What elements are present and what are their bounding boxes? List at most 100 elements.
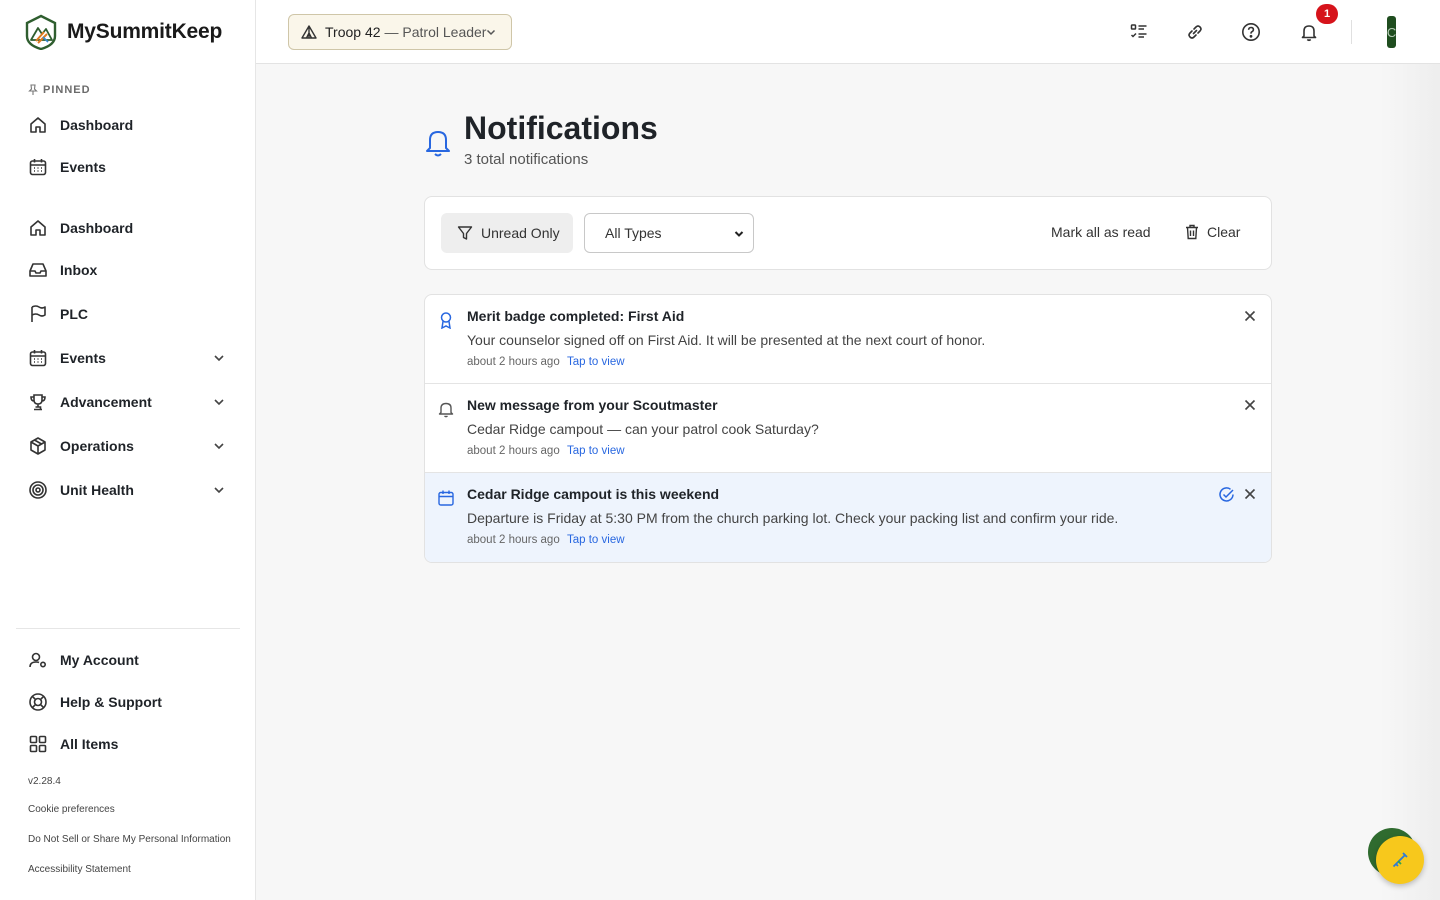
- home-icon: [28, 115, 48, 135]
- notification-body: Cedar Ridge campout — can your patrol co…: [467, 421, 819, 437]
- bell-icon: [426, 131, 450, 157]
- pinned-label-text: PINNED: [43, 84, 91, 96]
- help-circle-icon: [1242, 23, 1260, 41]
- page-title: Notifications: [464, 110, 658, 146]
- notification-body: Your counselor signed off on First Aid. …: [467, 332, 986, 348]
- do-not-sell-link[interactable]: Do Not Sell or Share My Personal Informa…: [28, 834, 231, 845]
- sidebar-item-advancement[interactable]: Advancement: [16, 384, 240, 420]
- sidebar-item-operations[interactable]: Operations: [16, 428, 240, 464]
- accessibility-statement-link[interactable]: Accessibility Statement: [28, 864, 131, 875]
- sidebar-item-help-support[interactable]: Help & Support: [16, 684, 240, 720]
- user-settings-icon: [28, 650, 48, 670]
- sidebar: MySummitKeep PINNED Dashboard Events Das…: [0, 0, 256, 900]
- notification-time: about 2 hours ago: [467, 534, 560, 546]
- award-icon: [440, 312, 452, 329]
- notifications-button[interactable]: [1295, 18, 1323, 46]
- help-button[interactable]: [1237, 18, 1265, 46]
- notification-time: about 2 hours ago: [467, 445, 560, 457]
- tent-icon: [301, 25, 317, 39]
- nav-label: Dashboard: [60, 220, 134, 236]
- nav-label: Advancement: [60, 394, 152, 410]
- unit-role: — Patrol Leader: [384, 24, 487, 40]
- type-filter-select[interactable]: All Types: [584, 213, 754, 253]
- unit-name: Troop 42: [325, 24, 381, 40]
- avatar[interactable]: C: [1387, 16, 1396, 48]
- brand-name: MySummitKeep: [67, 20, 223, 43]
- sidebar-item-my-account[interactable]: My Account: [16, 642, 240, 678]
- nav-label: Operations: [60, 438, 134, 454]
- notification-count-badge: 1: [1316, 4, 1338, 24]
- brand[interactable]: MySummitKeep: [24, 14, 222, 50]
- chevron-down-icon: [214, 487, 224, 494]
- unread-only-label: Unread Only: [481, 225, 560, 241]
- trash-icon: [1186, 224, 1198, 240]
- cookie-preferences-link[interactable]: Cookie preferences: [28, 804, 115, 815]
- checklist-button[interactable]: [1125, 18, 1153, 46]
- close-icon[interactable]: [1242, 486, 1258, 502]
- sidebar-divider: [16, 628, 240, 629]
- target-icon: [28, 480, 48, 500]
- mark-all-read-button[interactable]: Mark all as read: [1051, 224, 1151, 240]
- link-icon: [1188, 25, 1202, 39]
- sidebar-item-all-items[interactable]: All Items: [16, 726, 240, 762]
- nav-label: Unit Health: [60, 482, 134, 498]
- chevron-down-icon: [214, 443, 224, 450]
- sidebar-item-events[interactable]: Events: [16, 340, 240, 376]
- notification-item-unread[interactable]: Cedar Ridge campout is this weekend Depa…: [425, 473, 1271, 562]
- notification-list: Merit badge completed: First Aid Your co…: [424, 294, 1272, 563]
- tap-to-view-link[interactable]: Tap to view: [567, 534, 625, 546]
- notification-time: about 2 hours ago: [467, 356, 560, 368]
- header-divider: [1351, 20, 1352, 44]
- flag-icon: [28, 304, 48, 324]
- nav-label: Help & Support: [60, 694, 162, 710]
- bell-icon: [438, 402, 454, 418]
- unread-only-toggle[interactable]: Unread Only: [441, 213, 573, 253]
- filter-icon: [457, 226, 473, 240]
- chevron-down-icon: [486, 29, 496, 36]
- nav-label: Inbox: [60, 262, 98, 278]
- unit-selector[interactable]: Troop 42 — Patrol Leader: [288, 14, 512, 50]
- type-filter-value: All Types: [605, 225, 662, 241]
- chevron-down-icon: [734, 231, 744, 237]
- clear-label: Clear: [1207, 224, 1241, 240]
- calendar-icon: [28, 348, 48, 368]
- inbox-icon: [28, 260, 48, 280]
- notification-toolbar: Unread Only All Types Mark all as read C…: [424, 196, 1272, 270]
- notification-title: Cedar Ridge campout is this weekend: [467, 486, 720, 502]
- chevron-down-icon: [214, 355, 224, 362]
- top-header: Troop 42 — Patrol Leader 1 C: [256, 0, 1440, 64]
- sidebar-item-inbox[interactable]: Inbox: [16, 252, 240, 288]
- chevron-down-icon: [214, 399, 224, 406]
- notification-item[interactable]: Merit badge completed: First Aid Your co…: [425, 295, 1271, 384]
- panel-edge-shadow: [1380, 64, 1440, 900]
- grid-icon: [28, 734, 48, 754]
- sidebar-item-plc[interactable]: PLC: [16, 296, 240, 332]
- nav-label: My Account: [60, 652, 139, 668]
- assistant-fab-button[interactable]: [1376, 836, 1424, 884]
- notification-body: Departure is Friday at 5:30 PM from the …: [467, 510, 1119, 526]
- pinned-item-dashboard[interactable]: Dashboard: [16, 107, 240, 143]
- tap-to-view-link[interactable]: Tap to view: [567, 445, 625, 457]
- nav-label: All Items: [60, 736, 119, 752]
- close-icon[interactable]: [1242, 308, 1258, 324]
- nav-label: PLC: [60, 306, 88, 322]
- checklist-icon: [1130, 24, 1147, 38]
- close-icon[interactable]: [1242, 397, 1258, 413]
- trophy-icon: [28, 392, 48, 412]
- mark-read-check-icon[interactable]: [1218, 486, 1235, 503]
- pin-icon: [28, 84, 38, 95]
- nav-label: Dashboard: [60, 117, 134, 133]
- clear-button[interactable]: Clear: [1185, 224, 1240, 240]
- calendar-icon: [28, 157, 48, 177]
- notification-title: Merit badge completed: First Aid: [467, 308, 685, 324]
- tap-to-view-link[interactable]: Tap to view: [567, 356, 625, 368]
- link-button[interactable]: [1181, 18, 1209, 46]
- sidebar-item-dashboard[interactable]: Dashboard: [16, 210, 240, 246]
- pinned-item-events[interactable]: Events: [16, 149, 240, 185]
- notification-item[interactable]: New message from your Scoutmaster Cedar …: [425, 384, 1271, 473]
- page-subtitle: 3 total notifications: [464, 151, 589, 168]
- sidebar-item-unit-health[interactable]: Unit Health: [16, 472, 240, 508]
- nav-label: Events: [60, 350, 106, 366]
- home-icon: [28, 218, 48, 238]
- calendar-icon: [438, 490, 454, 506]
